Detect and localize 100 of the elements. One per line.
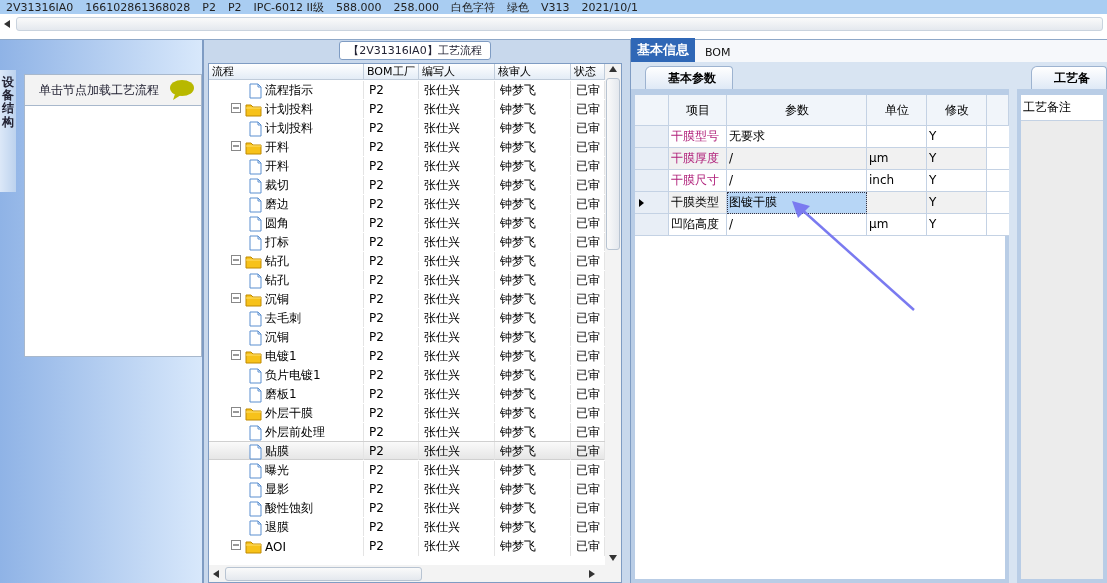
tab[interactable]: 基本信息 — [631, 38, 695, 62]
column-header[interactable]: 流程 — [209, 64, 364, 79]
document-icon — [249, 177, 262, 194]
table-cell: Y — [927, 192, 987, 214]
collapse-icon[interactable] — [231, 349, 242, 361]
document-icon — [249, 481, 262, 498]
table-cell-text: 166102861368028 — [84, 1, 192, 14]
table-cell-text: 2021/10/1 — [580, 1, 639, 14]
node-label[interactable]: 贴膜 — [265, 443, 289, 460]
table-cell: inch — [867, 170, 927, 192]
node-label[interactable]: 钻孔 — [265, 253, 289, 270]
table-cell: 钟梦飞 — [495, 537, 571, 556]
node-label[interactable]: 磨板1 — [265, 386, 297, 403]
column-header[interactable]: 编写人 — [419, 64, 495, 79]
table-cell[interactable]: / — [727, 214, 867, 236]
node-label[interactable]: 显影 — [265, 481, 289, 498]
scroll-down-icon[interactable] — [609, 555, 617, 563]
node-label[interactable]: 沉铜 — [265, 291, 289, 308]
collapse-icon[interactable] — [231, 539, 242, 551]
node-label[interactable]: 流程指示 — [265, 82, 313, 99]
table-cell-text: 588.000 — [335, 1, 383, 14]
table-cell — [867, 126, 927, 148]
document-icon — [249, 272, 262, 289]
node-label[interactable]: AOI — [265, 539, 286, 554]
collapse-icon[interactable] — [231, 254, 242, 266]
document-icon — [249, 500, 262, 517]
table-cell: 干膜类型 — [669, 192, 727, 214]
table-row[interactable]: 2V31316IA0 166102861368028 P2 P2 IPC-6012 II级 588.000 258.000 白色字符 绿色 V313 2021/10/1 — [0, 0, 1107, 14]
document-icon — [249, 120, 262, 137]
folder-icon — [245, 539, 262, 554]
folder-icon — [245, 292, 262, 307]
collapse-icon[interactable] — [231, 140, 242, 152]
table-cell-text: 白色字符 — [450, 1, 497, 14]
node-label[interactable]: 曝光 — [265, 462, 289, 479]
scroll-right-icon[interactable] — [589, 569, 597, 578]
table-cell-text: 258.000 — [392, 1, 441, 14]
tree-row[interactable]: 贴膜 P2 张仕兴 钟梦飞 已审 — [209, 441, 605, 460]
document-icon — [249, 519, 262, 536]
node-label[interactable]: 开料 — [265, 158, 289, 175]
node-label[interactable]: 圆角 — [265, 215, 289, 232]
document-icon — [249, 196, 262, 213]
table-cell: 干膜尺寸 — [669, 170, 727, 192]
table-cell: Y — [927, 148, 987, 170]
table-cell[interactable]: / — [727, 170, 867, 192]
document-icon — [249, 158, 262, 175]
node-label[interactable]: 开料 — [265, 139, 289, 156]
node-label[interactable]: 去毛刺 — [265, 310, 301, 327]
column-header[interactable]: 单位 — [867, 95, 927, 126]
document-icon — [249, 234, 262, 251]
collapse-icon[interactable] — [231, 292, 242, 304]
collapse-icon[interactable] — [231, 406, 242, 418]
folder-icon — [245, 102, 262, 117]
speech-bubble-icon — [169, 79, 195, 101]
node-label[interactable]: 电镀1 — [265, 348, 297, 365]
horizontal-scrollbar[interactable] — [209, 565, 621, 582]
node-label[interactable]: 沉铜 — [265, 329, 289, 346]
table-cell: 张仕兴 — [419, 537, 495, 556]
column-header[interactable]: 参数 — [727, 95, 867, 126]
node-label[interactable]: 退膜 — [265, 519, 289, 536]
table-cell: P2 — [364, 537, 419, 556]
node-label[interactable]: 磨边 — [265, 196, 289, 213]
node-label[interactable]: 裁切 — [265, 177, 289, 194]
scrollbar[interactable] — [16, 17, 1103, 31]
column-header[interactable]: 核审人 — [495, 64, 571, 79]
table-cell: 干膜厚度 — [669, 148, 727, 170]
node-label[interactable]: 外层干膜 — [265, 405, 313, 422]
column-header[interactable]: 项目 — [669, 95, 727, 126]
column-header[interactable]: BOM工厂 — [364, 64, 419, 79]
tab[interactable]: BOM — [699, 43, 737, 62]
folder-icon — [245, 406, 262, 421]
tab[interactable]: 基本参数 — [645, 66, 733, 89]
node-label[interactable]: 负片电镀1 — [265, 367, 321, 384]
table-cell: Y — [927, 214, 987, 236]
scroll-left-icon[interactable] — [213, 569, 221, 578]
node-label[interactable]: 计划投料 — [265, 101, 313, 118]
side-tab[interactable]: 设备结构 — [0, 70, 16, 192]
tab[interactable]: 工艺备 — [1031, 66, 1107, 89]
row-header[interactable] — [635, 192, 669, 214]
node-label[interactable]: 酸性蚀刻 — [265, 500, 313, 517]
table-cell: 干膜型号 — [669, 126, 727, 148]
folder-icon — [245, 140, 262, 155]
vertical-scrollbar[interactable] — [605, 64, 621, 565]
table-cell[interactable]: 无要求 — [727, 126, 867, 148]
scroll-up-icon[interactable] — [609, 66, 617, 74]
table-cell: μm — [867, 148, 927, 170]
column-header[interactable]: 修改 — [927, 95, 987, 126]
table-cell: Y — [927, 170, 987, 192]
scroll-left-icon[interactable] — [4, 20, 12, 28]
document-icon — [249, 215, 262, 232]
document-icon — [249, 386, 262, 403]
table-cell-text: 绿色 — [506, 1, 531, 14]
table-cell[interactable]: 图镀干膜 — [727, 192, 867, 214]
node-label[interactable]: 计划投料 — [265, 120, 313, 137]
node-label[interactable]: 打标 — [265, 234, 289, 251]
document-icon — [249, 424, 262, 441]
node-label[interactable]: 外层前处理 — [265, 424, 325, 441]
collapse-icon[interactable] — [231, 102, 242, 114]
document-icon — [249, 462, 262, 479]
node-label[interactable]: 钻孔 — [265, 272, 289, 289]
table-cell[interactable]: / — [727, 148, 867, 170]
